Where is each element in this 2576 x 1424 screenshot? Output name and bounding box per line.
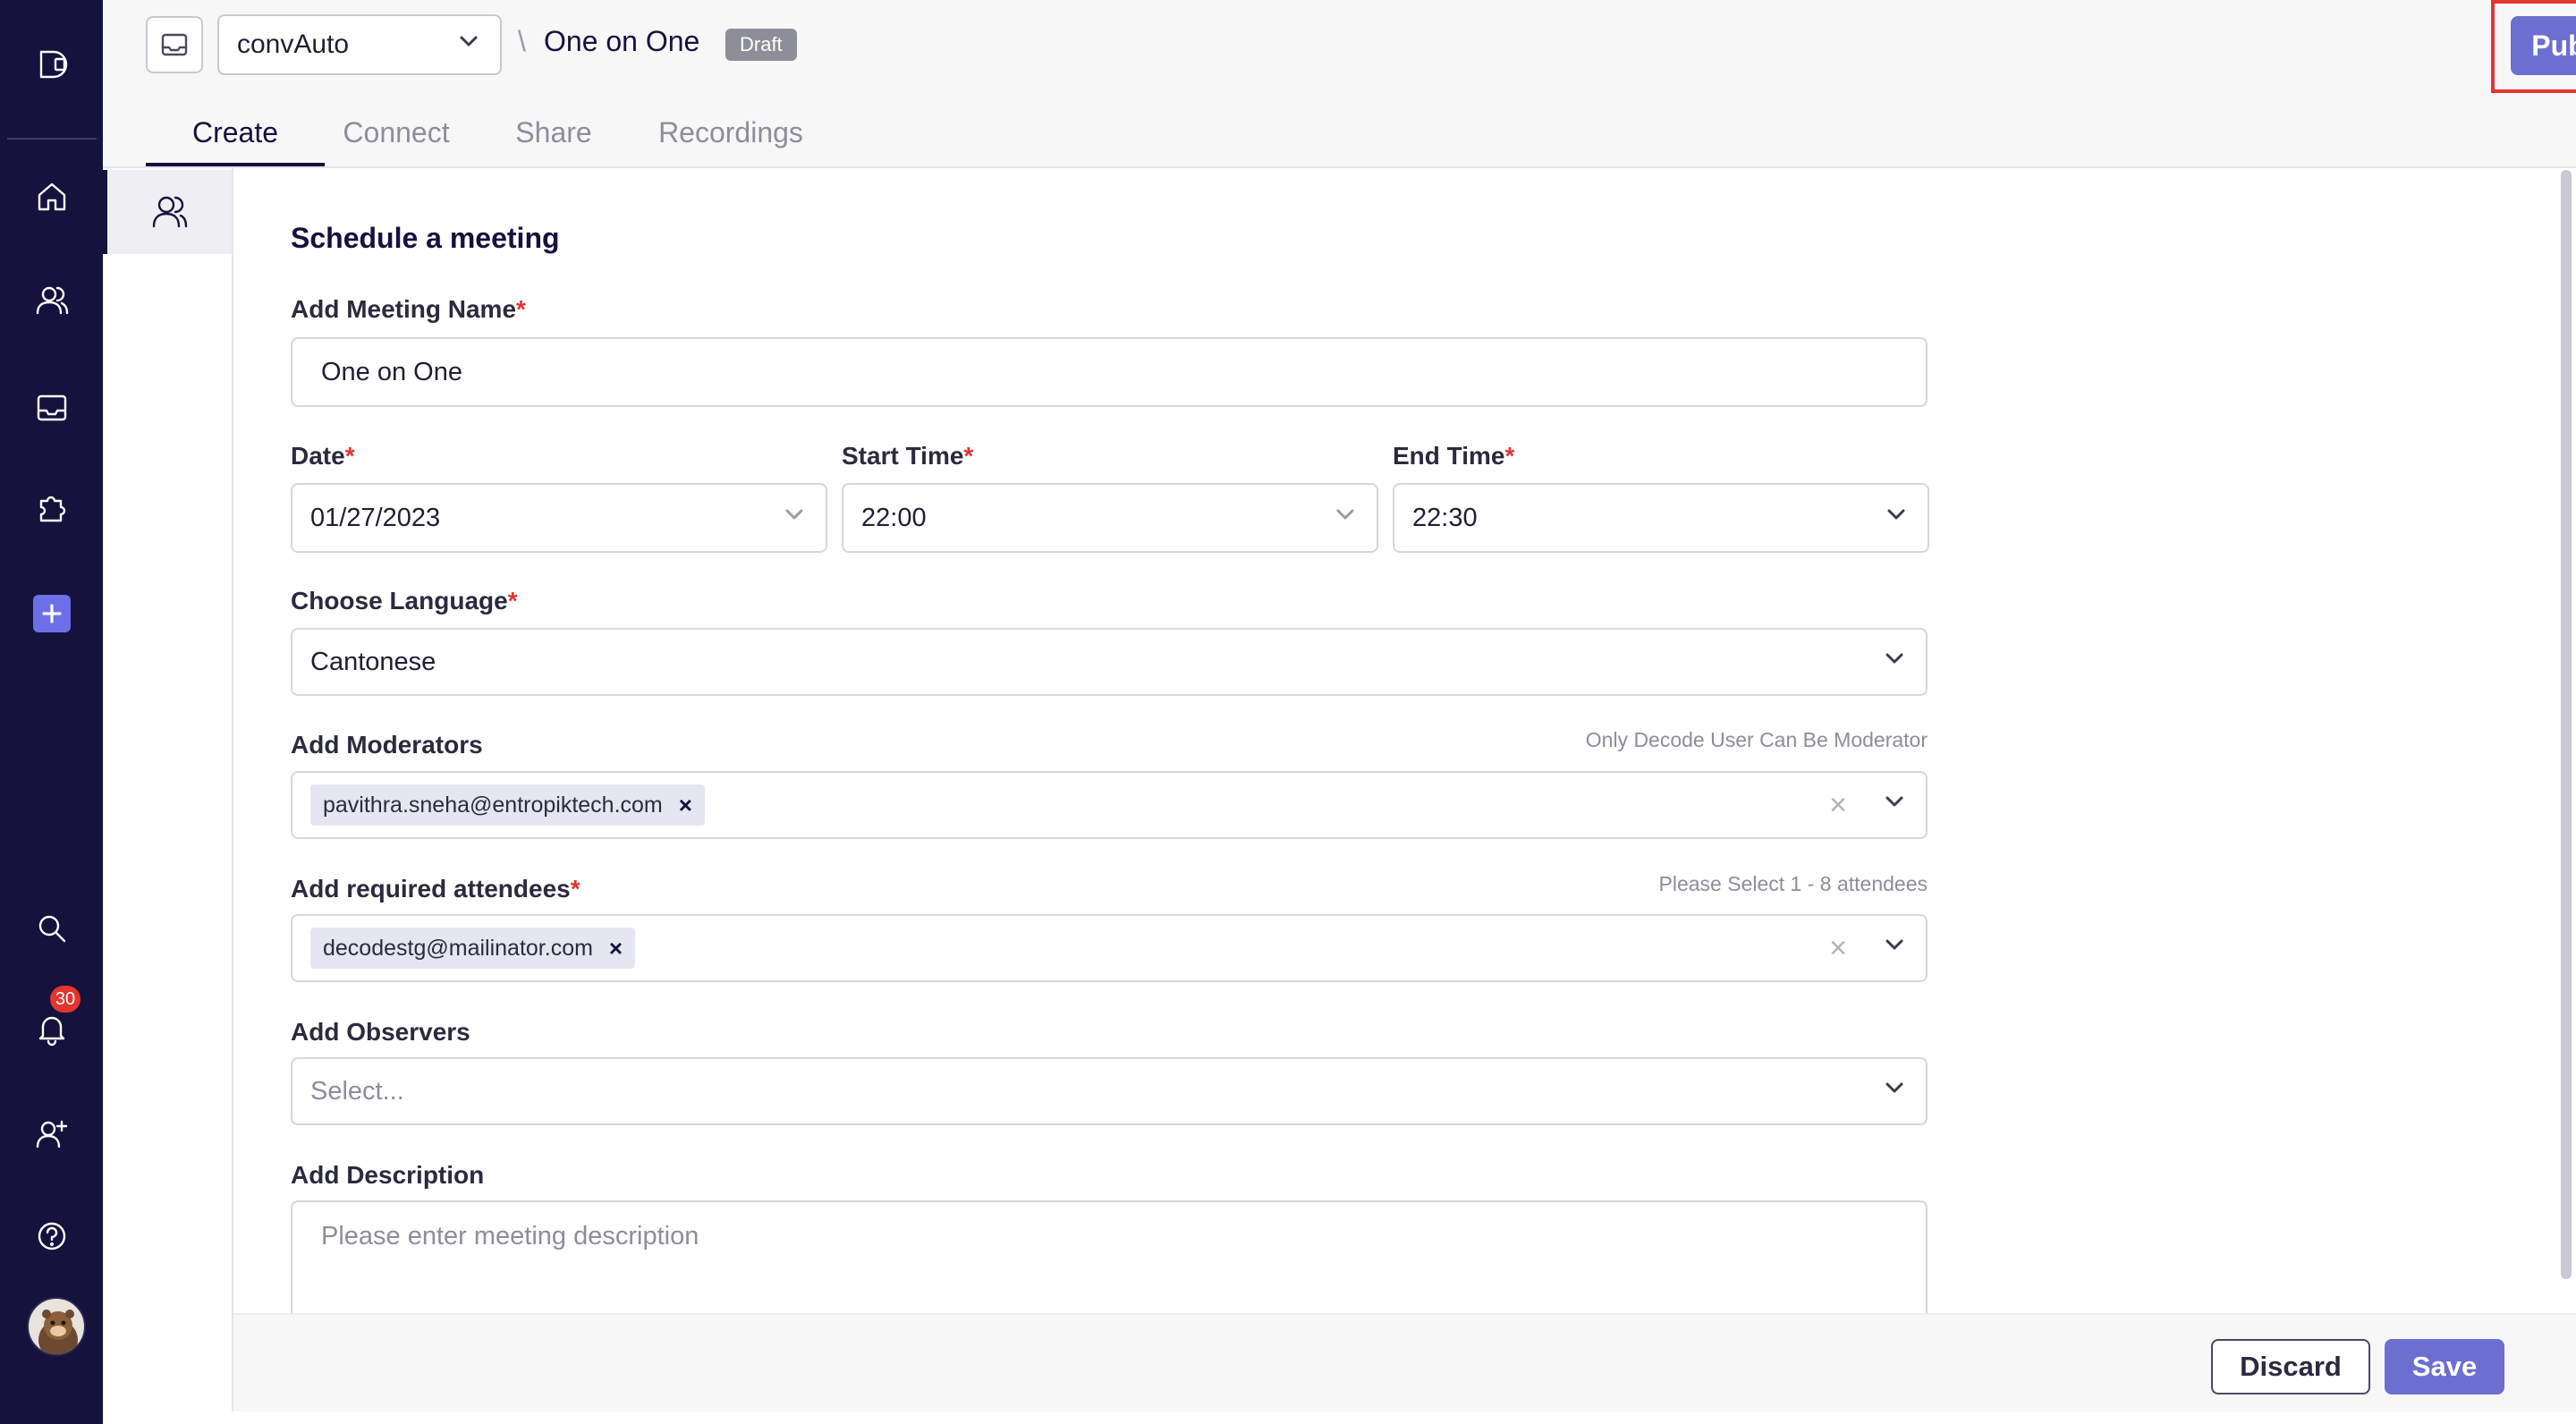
observers-label: Add Observers — [291, 1018, 470, 1046]
date-picker[interactable]: 01/27/2023 — [291, 483, 827, 553]
attendees-hint: Please Select 1 - 8 attendees — [1658, 872, 1928, 895]
tab-recordings[interactable]: Recordings — [650, 104, 811, 166]
plus-icon — [42, 604, 62, 623]
chevron-down-icon — [1881, 645, 1908, 679]
end-time-select[interactable]: 22:30 — [1393, 483, 1929, 553]
scrollbar[interactable] — [2561, 170, 2572, 1279]
tab-bar: Create Connect Share Recordings — [146, 104, 811, 166]
moderator-chip: pavithra.sneha@entropiktech.com × — [310, 784, 705, 826]
publish-highlight-box: Publish — [2491, 0, 2576, 93]
sub-sidebar-item-participants[interactable] — [103, 170, 232, 254]
tab-connect[interactable]: Connect — [339, 104, 453, 166]
meeting-name-input[interactable]: One on One — [291, 337, 1928, 407]
help-icon[interactable] — [27, 1211, 77, 1261]
chevron-down-icon — [781, 501, 808, 535]
inbox-icon — [161, 33, 188, 56]
top-header: convAuto \ One on One Draft Publish Crea… — [103, 0, 2576, 170]
chevron-down-icon[interactable] — [1881, 788, 1908, 822]
end-time-label: End Time* — [1393, 442, 1515, 470]
language-value: Cantonese — [310, 647, 436, 676]
home-icon[interactable] — [27, 172, 77, 222]
chevron-down-icon — [1881, 1074, 1908, 1108]
users-icon[interactable] — [27, 275, 77, 326]
inbox-icon[interactable] — [27, 383, 77, 433]
section-title: Schedule a meeting — [291, 222, 560, 254]
users-icon — [152, 196, 187, 228]
bottom-strip — [103, 1411, 2576, 1424]
meeting-name-label: Add Meeting Name* — [291, 295, 526, 323]
attendee-chip: decodestg@mailinator.com × — [310, 928, 636, 969]
logo-icon[interactable] — [27, 39, 77, 89]
chevron-down-icon — [1332, 501, 1359, 535]
puzzle-icon[interactable] — [27, 483, 77, 533]
moderators-hint: Only Decode User Can Be Moderator — [1585, 728, 1928, 751]
date-value: 01/27/2023 — [310, 503, 441, 532]
start-time-select[interactable]: 22:00 — [842, 483, 1378, 553]
attendee-chip-label: decodestg@mailinator.com — [323, 935, 593, 961]
start-time-label: Start Time* — [842, 442, 974, 470]
language-select[interactable]: Cantonese — [291, 628, 1928, 696]
end-time-value: 22:30 — [1412, 503, 1478, 532]
moderator-chip-label: pavithra.sneha@entropiktech.com — [323, 792, 663, 818]
create-new-button[interactable] — [33, 595, 71, 632]
nav-divider — [7, 138, 97, 140]
observers-placeholder: Select... — [310, 1076, 404, 1106]
publish-button[interactable]: Publish — [2511, 16, 2576, 75]
chevron-down-icon — [1883, 501, 1910, 535]
workspace-button[interactable] — [146, 16, 203, 73]
description-textarea[interactable]: Please enter meeting description — [291, 1200, 1928, 1313]
chevron-down-icon — [455, 28, 482, 62]
clear-selection-icon[interactable]: × — [1829, 931, 1847, 966]
status-badge: Draft — [725, 29, 797, 61]
observers-select[interactable]: Select... — [291, 1057, 1928, 1125]
attendees-multiselect[interactable]: decodestg@mailinator.com × × — [291, 914, 1928, 982]
left-nav-rail: 30 — [0, 0, 103, 1424]
workspace-select[interactable]: convAuto — [217, 14, 502, 75]
clear-selection-icon[interactable]: × — [1829, 788, 1847, 823]
user-avatar[interactable] — [27, 1297, 86, 1356]
remove-chip-icon[interactable]: × — [679, 792, 692, 819]
tab-share[interactable]: Share — [509, 104, 598, 166]
attendees-label: Add required attendees* — [291, 875, 580, 903]
search-icon[interactable] — [27, 903, 77, 954]
chevron-down-icon[interactable] — [1881, 931, 1908, 965]
moderators-multiselect[interactable]: pavithra.sneha@entropiktech.com × × — [291, 771, 1928, 839]
description-placeholder: Please enter meeting description — [321, 1222, 699, 1250]
save-button[interactable]: Save — [2385, 1339, 2504, 1394]
start-time-value: 22:00 — [861, 503, 927, 532]
breadcrumb-separator: \ — [518, 25, 526, 57]
add-user-icon[interactable] — [27, 1109, 77, 1159]
date-label: Date* — [291, 442, 355, 470]
description-label: Add Description — [291, 1161, 485, 1189]
discard-button[interactable]: Discard — [2211, 1339, 2370, 1394]
sub-sidebar — [103, 168, 233, 1411]
page-title: One on One — [544, 25, 700, 57]
notification-count-badge: 30 — [50, 986, 80, 1013]
meeting-name-value: One on One — [321, 357, 462, 386]
workspace-select-value: convAuto — [237, 30, 350, 59]
remove-chip-icon[interactable]: × — [609, 935, 623, 962]
tab-create[interactable]: Create — [146, 104, 325, 166]
language-label: Choose Language* — [291, 587, 518, 615]
moderators-label: Add Moderators — [291, 731, 483, 759]
